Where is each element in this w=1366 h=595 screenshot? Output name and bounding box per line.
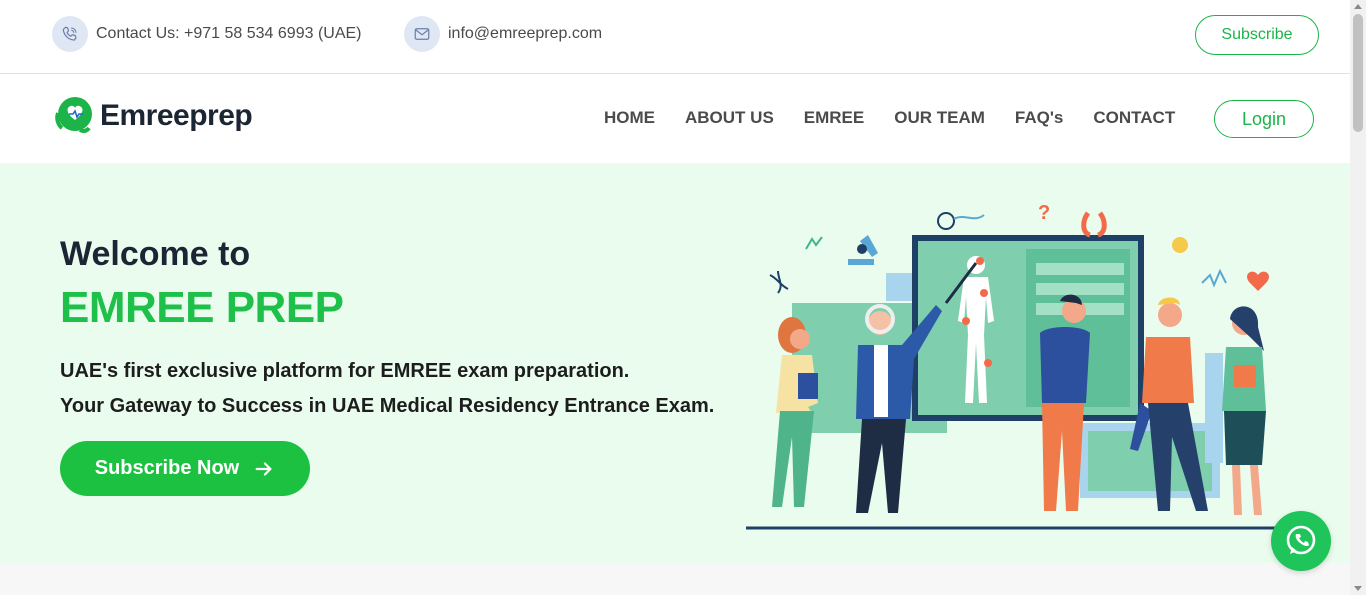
subscribe-now-label: Subscribe Now (94, 457, 240, 479)
subscribe-button[interactable]: Subscribe (1195, 15, 1319, 55)
scroll-up-arrow-icon[interactable] (1354, 4, 1362, 9)
arrow-right-icon (255, 461, 272, 476)
mail-icon (404, 16, 440, 52)
logo-icon (55, 97, 92, 134)
hero-welcome: Welcome to (60, 235, 251, 273)
page-scrollbar[interactable] (1350, 0, 1366, 595)
hero-section: Welcome to EMREE PREP UAE's first exclus… (0, 163, 1350, 563)
nav-links: HOME ABOUT US EMREE OUR TEAM FAQ's CONTA… (604, 108, 1205, 128)
whatsapp-icon (1286, 525, 1316, 555)
scroll-down-arrow-icon[interactable] (1354, 586, 1362, 591)
subscribe-now-button[interactable]: Subscribe Now (60, 441, 310, 496)
phone-icon (52, 16, 88, 52)
nav-home[interactable]: HOME (604, 108, 655, 128)
main-navbar: Emreeprep HOME ABOUT US EMREE OUR TEAM F… (0, 74, 1350, 163)
logo-text: Emreeprep (100, 99, 253, 132)
hero-bottom-divider (0, 563, 1350, 595)
phone-contact[interactable]: Contact Us: +971 58 534 6993 (UAE) (52, 16, 362, 52)
whatsapp-button[interactable] (1271, 511, 1331, 571)
medical-team-illustration: ? (746, 202, 1280, 530)
nav-faqs[interactable]: FAQ's (1015, 108, 1063, 128)
top-contact-bar: Contact Us: +971 58 534 6993 (UAE) info@… (0, 0, 1350, 74)
nav-contact[interactable]: CONTACT (1093, 108, 1175, 128)
svg-text:?: ? (1038, 202, 1050, 224)
hero-brand-title: EMREE PREP (60, 283, 344, 332)
email-text: info@emreeprep.com (448, 25, 603, 42)
login-button[interactable]: Login (1214, 100, 1314, 138)
site-logo[interactable]: Emreeprep (52, 94, 253, 138)
hero-tagline-2: Your Gateway to Success in UAE Medical R… (60, 395, 715, 417)
email-contact[interactable]: info@emreeprep.com (404, 16, 602, 52)
hero-tagline-1: UAE's first exclusive platform for EMREE… (60, 360, 630, 382)
phone-text: Contact Us: +971 58 534 6993 (UAE) (96, 25, 362, 42)
nav-emree[interactable]: EMREE (804, 108, 864, 128)
scroll-thumb[interactable] (1353, 14, 1363, 132)
nav-about-us[interactable]: ABOUT US (685, 108, 774, 128)
nav-our-team[interactable]: OUR TEAM (894, 108, 985, 128)
